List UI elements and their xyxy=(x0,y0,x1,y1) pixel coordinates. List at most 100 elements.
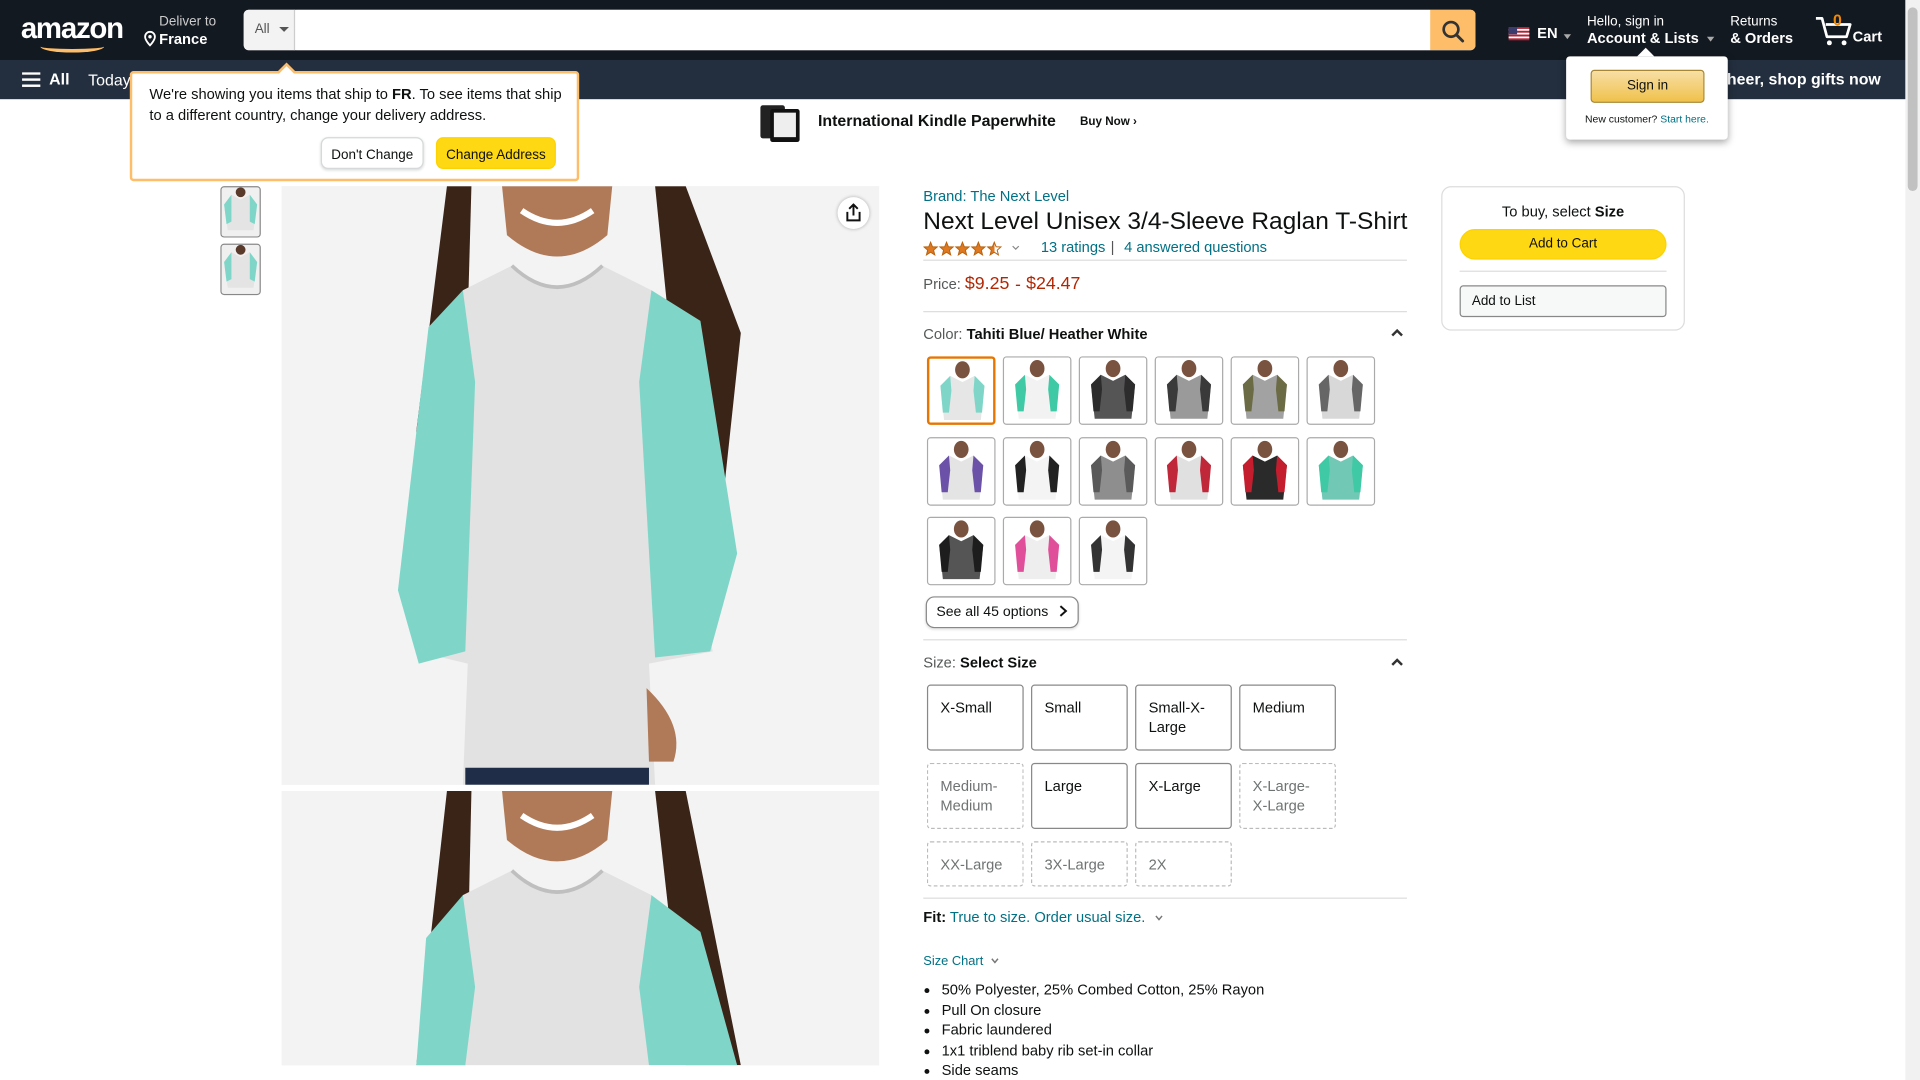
add-to-cart-button[interactable]: Add to Cart xyxy=(1459,228,1667,260)
price-label: Price: xyxy=(923,275,961,293)
shirt-thumbnail-image xyxy=(221,187,260,237)
language-selector[interactable]: EN xyxy=(1508,24,1572,42)
kindle-device-image xyxy=(759,102,800,143)
feature-bullet: Fabric laundered xyxy=(942,1020,1402,1040)
main-product-image[interactable] xyxy=(281,186,880,785)
color-swatch[interactable] xyxy=(1230,436,1300,506)
hamburger-icon xyxy=(22,72,41,87)
color-swatch[interactable] xyxy=(1306,356,1376,425)
deliver-to[interactable]: Deliver to France xyxy=(143,15,216,48)
all-menu-button[interactable]: All xyxy=(22,69,70,89)
shirt-swatch-image xyxy=(1155,437,1223,504)
color-label: Color: xyxy=(923,325,963,343)
collapse-chevron-icon[interactable] xyxy=(1391,658,1403,668)
shirt-swatch-image xyxy=(1080,517,1147,585)
divider xyxy=(923,639,1407,641)
size-grid: X-Small Small Small-X-Large Medium Medium-Me… xyxy=(926,684,1343,887)
share-button[interactable] xyxy=(837,197,870,229)
cart-label: Cart xyxy=(1852,28,1883,46)
selected-color: Tahiti Blue/ Heather White xyxy=(966,325,1148,343)
ratings-count-link[interactable]: 13 ratings xyxy=(1041,239,1106,256)
divider xyxy=(923,259,1407,261)
star-mark xyxy=(986,240,1003,257)
banner-cta[interactable]: Buy Now › xyxy=(1080,115,1137,128)
divider xyxy=(1459,270,1667,272)
secondary-product-image[interactable] xyxy=(281,791,880,1066)
dont-change-button[interactable]: Don't Change xyxy=(320,137,424,169)
size-option[interactable]: X-Small xyxy=(926,684,1024,751)
chevron-down-icon xyxy=(991,958,999,964)
size-option[interactable]: XX-Large xyxy=(926,841,1024,887)
collapse-chevron-icon[interactable] xyxy=(1391,328,1403,338)
chevron-down-icon xyxy=(1155,915,1163,921)
search-category-label: All xyxy=(254,22,270,37)
banner-title: International Kindle Paperwhite xyxy=(817,111,1056,130)
size-option[interactable]: Medium xyxy=(1239,684,1336,751)
change-address-button[interactable]: Change Address xyxy=(435,137,556,169)
color-swatch[interactable] xyxy=(1306,436,1376,506)
sign-in-button[interactable]: Sign in xyxy=(1590,69,1705,103)
size-option[interactable]: Large xyxy=(1031,762,1128,829)
color-swatch[interactable] xyxy=(1078,356,1148,425)
fit-value-link[interactable]: True to size. Order usual size. xyxy=(950,909,1145,926)
star-mark xyxy=(922,240,939,257)
size-option[interactable]: Medium-Medium xyxy=(926,762,1024,829)
orders-label: & Orders xyxy=(1730,29,1794,47)
brand-link[interactable]: Brand: The Next Level xyxy=(923,187,1069,204)
color-swatch-grid xyxy=(926,356,1383,589)
color-swatch[interactable] xyxy=(926,436,996,506)
color-swatch[interactable] xyxy=(1002,356,1072,425)
product-title: Next Level Unisex 3/4-Sleeve Raglan T-Sh… xyxy=(923,208,1408,236)
size-option[interactable]: X-Large xyxy=(1135,762,1232,829)
signin-popover: Sign in New customer? Start here. xyxy=(1566,47,1728,140)
size-chart-link[interactable]: Size Chart xyxy=(923,954,999,969)
price-low: $9.25 xyxy=(964,274,1010,294)
account-lists[interactable]: Hello, sign in Account & Lists xyxy=(1587,15,1714,47)
scrollbar-thumb[interactable] xyxy=(1907,7,1918,192)
color-swatch[interactable] xyxy=(926,356,996,425)
shirt-swatch-image xyxy=(1307,437,1374,504)
size-option[interactable]: 3X-Large xyxy=(1031,841,1128,887)
color-swatch[interactable] xyxy=(1154,436,1224,506)
search-category-select[interactable]: All xyxy=(243,9,296,51)
star-mark xyxy=(938,240,955,257)
kindle-banner[interactable]: International Kindle Paperwhite Buy Now … xyxy=(759,100,1139,143)
scrollbar-track[interactable] xyxy=(1905,0,1920,1080)
color-swatch[interactable] xyxy=(1002,436,1072,506)
start-here-link[interactable]: Start here. xyxy=(1660,113,1709,125)
see-all-label: See all 45 options xyxy=(936,604,1049,620)
size-option[interactable]: Small xyxy=(1031,684,1128,751)
search-input[interactable] xyxy=(296,9,1431,51)
color-swatch[interactable] xyxy=(926,516,996,586)
size-option[interactable]: 2X xyxy=(1135,841,1232,887)
add-to-list-button[interactable]: Add to List xyxy=(1459,285,1667,318)
color-swatch[interactable] xyxy=(1154,356,1224,425)
color-swatch[interactable] xyxy=(1002,516,1072,586)
delivery-popover: We're showing you items that ship to FR.… xyxy=(129,62,580,182)
returns-orders[interactable]: Returns & Orders xyxy=(1730,15,1793,47)
cart-button[interactable]: 0 Cart xyxy=(1815,11,1888,49)
answered-questions-link[interactable]: 4 answered questions xyxy=(1124,239,1267,256)
shirt-swatch-image xyxy=(928,437,995,504)
all-menu-label: All xyxy=(49,69,70,89)
popover-arrow xyxy=(1637,47,1655,57)
size-option[interactable]: Small-X-Large xyxy=(1135,684,1232,751)
caret-down-icon xyxy=(279,26,289,32)
thumbnail-2[interactable] xyxy=(220,243,261,296)
shirt-thumbnail-image xyxy=(221,244,260,294)
selected-size: Select Size xyxy=(960,653,1037,672)
color-swatch[interactable] xyxy=(1230,356,1300,425)
search-button[interactable] xyxy=(1430,9,1476,51)
color-swatch[interactable] xyxy=(1078,436,1148,506)
thumbnail-1[interactable] xyxy=(220,186,261,238)
see-all-options-button[interactable]: See all 45 options xyxy=(925,596,1079,629)
star-rating[interactable] xyxy=(922,240,1023,257)
nav-promo-link[interactable]: e cheer, shop gifts now xyxy=(1705,70,1881,88)
price-dash: - xyxy=(1015,274,1021,294)
shirt-swatch-image xyxy=(929,358,994,423)
size-option[interactable]: X-Large-X-Large xyxy=(1239,762,1336,829)
logo-smile xyxy=(40,40,105,53)
color-swatch[interactable] xyxy=(1078,516,1148,586)
new-customer-row: New customer? Start here. xyxy=(1566,113,1728,125)
star-mark xyxy=(970,240,987,257)
